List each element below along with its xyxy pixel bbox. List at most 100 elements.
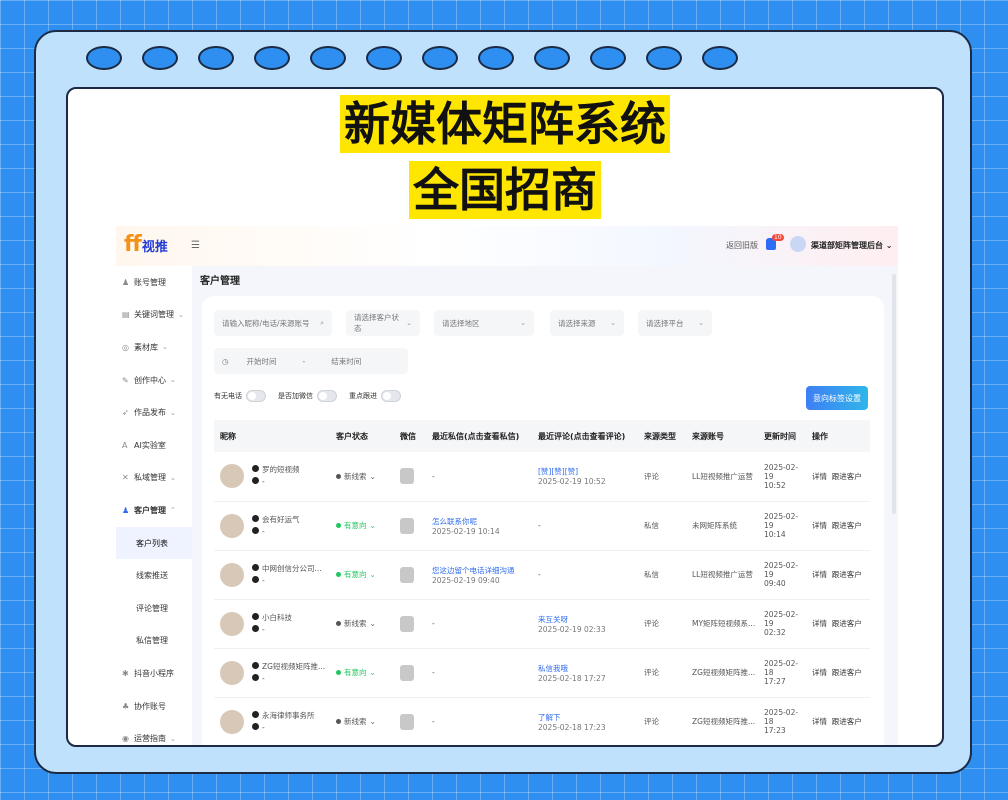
- source-type-cell: 评论: [638, 648, 686, 698]
- column-header: 昵称: [214, 420, 330, 452]
- customer-nickname: 罗的短视频: [262, 465, 300, 475]
- sidebar-item-ai-lab[interactable]: A AI实验室: [116, 429, 192, 462]
- sidebar-item-miniapp[interactable]: ✱ 抖音小程序: [116, 657, 192, 690]
- source-type-cell: 私信: [638, 501, 686, 551]
- intent-tag-settings-button[interactable]: 意向标签设置: [806, 386, 868, 410]
- detail-link[interactable]: 详情: [812, 570, 827, 579]
- status-select[interactable]: 请选择客户状态 ⌄: [346, 310, 420, 336]
- recent-message[interactable]: -: [432, 717, 532, 726]
- follow-up-link[interactable]: 跟进客户: [832, 521, 862, 530]
- recent-comment[interactable]: -: [538, 570, 638, 579]
- message-cell[interactable]: 怎么联系你呢 2025-02-19 10:14: [426, 501, 532, 551]
- status-cell[interactable]: 有意向 ⌄: [330, 550, 394, 600]
- status-dropdown[interactable]: 有意向 ⌄: [336, 569, 394, 580]
- sidebar-item-keyword[interactable]: ▤ 关键词管理 ⌄: [116, 299, 192, 332]
- message-cell[interactable]: 您这边留个电话详细沟通 2025-02-19 09:40: [426, 550, 532, 600]
- user-name[interactable]: 渠道部矩阵管理后台 ⌄: [811, 240, 893, 251]
- sidebar-item-guide[interactable]: ◉ 运营指南 ⌄: [116, 722, 192, 745]
- recent-comment[interactable]: -: [538, 521, 638, 530]
- follow-up-link[interactable]: 跟进客户: [832, 717, 862, 726]
- recent-message[interactable]: -: [432, 619, 532, 628]
- comment-cell[interactable]: -: [532, 501, 638, 551]
- phone-toggle[interactable]: [246, 390, 266, 402]
- update-time: 09:40: [764, 579, 786, 588]
- source-account-cell: ZG短视频矩阵推...: [686, 697, 758, 745]
- date-range-picker[interactable]: ◷ 开始时间 - 结束时间: [214, 348, 408, 374]
- sidebar-item-customer-list[interactable]: 客户列表: [116, 526, 192, 560]
- menu-collapse-icon[interactable]: ☰: [191, 240, 200, 251]
- follow-up-link[interactable]: 跟进客户: [832, 668, 862, 677]
- sidebar-item-collab[interactable]: ♣ 协作账号: [116, 690, 192, 723]
- status-cell[interactable]: 新线索 ⌄: [330, 599, 394, 649]
- message-cell[interactable]: -: [426, 452, 532, 502]
- wechat-icon[interactable]: [400, 713, 414, 730]
- table-row[interactable]: 罗的短视频 - 新线索 ⌄ - [赞][赞][赞] 2025-02-19 10:52…: [214, 452, 870, 502]
- status-dropdown[interactable]: 有意向 ⌄: [336, 667, 394, 678]
- comment-cell[interactable]: 私信我哦 2025-02-18 17:27: [532, 648, 638, 698]
- message-cell[interactable]: -: [426, 697, 532, 745]
- user-avatar[interactable]: [790, 236, 806, 252]
- status-dropdown[interactable]: 新线索 ⌄: [336, 471, 394, 482]
- table-row[interactable]: 永海律师事务所 - 新线索 ⌄ - 了解下 2025-02-18 17:23 评论 …: [214, 697, 870, 745]
- table-row[interactable]: ZG短视频矩阵推... - 有意向 ⌄ - 私信我哦 2025-02-18 17:2…: [214, 648, 870, 698]
- comment-cell[interactable]: [赞][赞][赞] 2025-02-19 10:52: [532, 452, 638, 502]
- status-dropdown[interactable]: 新线索 ⌄: [336, 716, 394, 727]
- status-dropdown[interactable]: 有意向 ⌄: [336, 520, 394, 531]
- message-cell[interactable]: -: [426, 599, 532, 649]
- recent-message[interactable]: 怎么联系你呢: [432, 516, 532, 527]
- recent-comment[interactable]: 来互关呀: [538, 614, 638, 625]
- status-cell[interactable]: 新线索 ⌄: [330, 452, 394, 502]
- sidebar-item-message-manage[interactable]: 私信管理: [116, 625, 192, 658]
- comment-cell[interactable]: 来互关呀 2025-02-19 02:33: [532, 599, 638, 649]
- wechat-icon[interactable]: [400, 517, 414, 534]
- detail-link[interactable]: 详情: [812, 717, 827, 726]
- sidebar-item-customer[interactable]: ♟ 客户管理 ⌃: [116, 494, 192, 527]
- detail-link[interactable]: 详情: [812, 472, 827, 481]
- region-select[interactable]: 请选择地区 ⌄: [434, 310, 534, 336]
- table-row[interactable]: 小白科技 - 新线索 ⌄ - 来互关呀 2025-02-19 02:33 评论 MY…: [214, 599, 870, 649]
- detail-link[interactable]: 详情: [812, 668, 827, 677]
- sidebar-item-publish[interactable]: ➶ 作品发布 ⌄: [116, 396, 192, 429]
- sidebar-item-label: 客户管理: [134, 505, 166, 515]
- recent-comment[interactable]: [赞][赞][赞]: [538, 466, 638, 477]
- follow-up-link[interactable]: 跟进客户: [832, 570, 862, 579]
- sidebar-item-private[interactable]: ✕ 私域管理 ⌄: [116, 462, 192, 495]
- sidebar-item-lead-push[interactable]: 线索推送: [116, 559, 192, 592]
- recent-message[interactable]: -: [432, 472, 532, 481]
- wechat-icon[interactable]: [400, 615, 414, 632]
- sidebar-item-create[interactable]: ✎ 创作中心 ⌄: [116, 364, 192, 397]
- recent-comment[interactable]: 了解下: [538, 712, 638, 723]
- detail-link[interactable]: 详情: [812, 619, 827, 628]
- wechat-toggle[interactable]: [317, 390, 337, 402]
- sidebar-item-account[interactable]: ♟ 账号管理: [116, 266, 192, 299]
- wechat-icon[interactable]: [400, 664, 414, 681]
- wechat-icon[interactable]: [400, 566, 414, 583]
- status-cell[interactable]: 有意向 ⌄: [330, 501, 394, 551]
- nickname-wrapper: 中网创信分公司... -: [220, 562, 330, 587]
- wechat-icon[interactable]: [400, 468, 414, 485]
- comment-cell[interactable]: 了解下 2025-02-18 17:23: [532, 697, 638, 745]
- action-cell: 详情 跟进客户: [806, 550, 870, 600]
- source-select[interactable]: 请选择来源 ⌄: [550, 310, 624, 336]
- table-row[interactable]: 会有好运气 - 有意向 ⌄ 怎么联系你呢 2025-02-19 10:14 - 私信…: [214, 501, 870, 551]
- message-cell[interactable]: -: [426, 648, 532, 698]
- comment-cell[interactable]: -: [532, 550, 638, 600]
- sidebar-item-material[interactable]: ◎ 素材库 ⌄: [116, 331, 192, 364]
- platform-select[interactable]: 请选择平台 ⌄: [638, 310, 712, 336]
- status-cell[interactable]: 有意向 ⌄: [330, 648, 394, 698]
- detail-link[interactable]: 详情: [812, 521, 827, 530]
- status-cell[interactable]: 新线索 ⌄: [330, 697, 394, 745]
- recent-message[interactable]: -: [432, 668, 532, 677]
- phone-line: -: [252, 624, 292, 636]
- scrollbar[interactable]: [892, 274, 896, 514]
- follow-up-link[interactable]: 跟进客户: [832, 619, 862, 628]
- recent-message[interactable]: 您这边留个电话详细沟通: [432, 565, 532, 576]
- follow-toggle[interactable]: [381, 390, 401, 402]
- recent-comment[interactable]: 私信我哦: [538, 663, 638, 674]
- table-row[interactable]: 中网创信分公司... - 有意向 ⌄ 您这边留个电话详细沟通 2025-02-19 …: [214, 550, 870, 600]
- follow-up-link[interactable]: 跟进客户: [832, 472, 862, 481]
- old-version-link[interactable]: 返回旧版: [726, 240, 758, 251]
- status-dropdown[interactable]: 新线索 ⌄: [336, 618, 394, 629]
- search-input[interactable]: 请输入昵称/电话/来源账号 ⌕: [214, 310, 332, 336]
- sidebar-item-comment-manage[interactable]: 评论管理: [116, 592, 192, 625]
